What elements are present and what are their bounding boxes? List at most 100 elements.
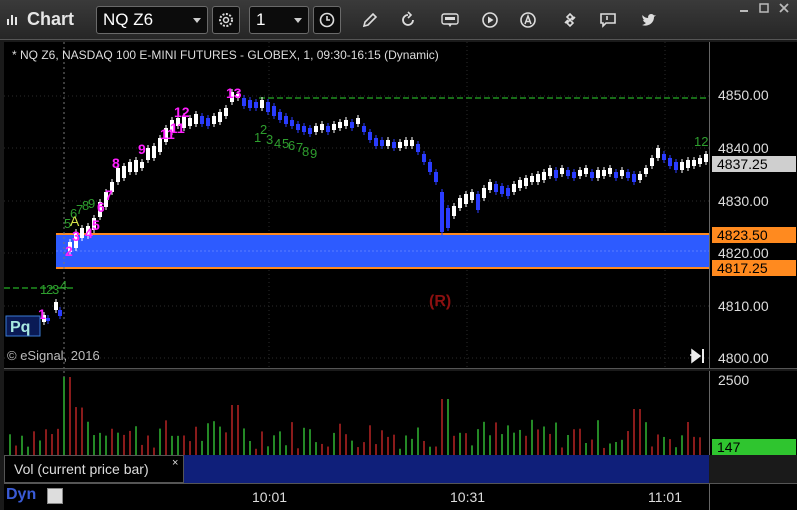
candle-body <box>410 140 414 146</box>
y-tick: 4840.00 <box>718 140 769 156</box>
candle-body <box>704 154 708 162</box>
count-label: 7 <box>105 187 113 203</box>
candle-body <box>482 188 486 198</box>
candle-body <box>386 140 390 146</box>
chevron-down-icon <box>193 18 201 23</box>
count-label: 2 <box>65 243 73 259</box>
lower-band-badge: 4817.25 <box>712 260 796 276</box>
y-tick: 4820.00 <box>718 245 769 261</box>
candle-body <box>58 310 62 316</box>
candle-body <box>506 188 510 196</box>
close-icon[interactable] <box>777 2 791 14</box>
candle-body <box>314 126 318 132</box>
tpo-letter: A <box>70 213 80 229</box>
candle-body <box>602 170 606 176</box>
refresh-icon[interactable] <box>399 11 417 29</box>
pane-marker: (R) <box>429 293 451 310</box>
candle-body <box>494 184 498 192</box>
candle-body <box>278 112 282 120</box>
volume-svg <box>9 371 701 455</box>
candle-body <box>428 162 432 172</box>
candle-body <box>80 228 84 238</box>
get-icon[interactable] <box>441 11 459 29</box>
last-price-badge: 4837.25 <box>712 156 796 172</box>
candle-body <box>398 142 402 148</box>
count-label: 11 <box>170 120 185 136</box>
candle-body <box>146 148 150 160</box>
time-button[interactable] <box>313 6 341 34</box>
title-toolbar: Chart NQ Z6 1 <box>0 0 797 40</box>
candle-body <box>224 108 228 116</box>
link-icon[interactable] <box>561 11 579 29</box>
candle-body <box>578 170 582 176</box>
candle-body <box>524 178 528 186</box>
volume-study-bar: Vol (current price bar) × <box>4 455 709 483</box>
close-study-icon[interactable]: × <box>172 457 178 469</box>
candle-body <box>530 176 534 182</box>
play-icon[interactable] <box>481 11 499 29</box>
count-label: 9 <box>88 196 95 211</box>
candle-body <box>362 126 366 132</box>
volume-axis[interactable]: 2500 147 <box>709 371 797 455</box>
dyn-label[interactable]: Dyn <box>6 486 36 504</box>
candle-body <box>560 168 564 174</box>
message-icon[interactable] <box>599 11 617 29</box>
lock-icon[interactable] <box>47 488 63 504</box>
candle-body <box>476 194 480 210</box>
clock-icon <box>319 12 335 28</box>
time-axis[interactable]: Dyn 10:01 10:31 11:01 <box>4 483 709 510</box>
volume-badge: 147 <box>712 439 796 455</box>
candle-body <box>446 208 450 228</box>
interval-select[interactable]: 1 <box>249 6 309 34</box>
candle-body <box>290 120 294 126</box>
price-axis[interactable]: 4850.00 4840.00 4830.00 4820.00 4810.00 … <box>709 42 797 368</box>
candle-body <box>212 116 216 124</box>
maximize-icon[interactable] <box>757 2 771 14</box>
candle-body <box>206 118 210 126</box>
candle-body <box>632 174 636 182</box>
count-label: 8 <box>302 144 309 159</box>
symbol-select[interactable]: NQ Z6 <box>96 6 208 34</box>
candle-body <box>692 160 696 166</box>
candle-body <box>662 154 666 160</box>
candle-body <box>572 172 576 178</box>
count-label: 4 <box>60 278 67 293</box>
x-tick: 10:01 <box>252 489 288 505</box>
candle-body <box>242 98 246 106</box>
candle-body <box>614 172 618 178</box>
candle-body <box>518 180 522 188</box>
candle-body <box>374 138 378 146</box>
candle-body <box>656 148 660 158</box>
candle-body <box>434 172 438 182</box>
interval-value: 1 <box>256 10 266 29</box>
candle-body <box>272 106 276 116</box>
candle-body <box>302 126 306 132</box>
y-tick: 4800.00 <box>718 350 769 366</box>
pq-badge-text: Pq <box>10 319 30 336</box>
candle-body <box>488 182 492 190</box>
candle-body <box>344 120 348 126</box>
price-chart-pane[interactable]: 1 2 3 4 5 6 7 8 9 11 11 12 13 1 2 3 4 5 6 7 8 9 1 2 3 4 5 6 7 8 9 12 * … <box>4 42 709 368</box>
chart-app-icon <box>7 15 17 25</box>
candle-body <box>452 206 456 216</box>
candle-body <box>368 132 372 140</box>
scroll-to-end-icon[interactable] <box>690 348 704 364</box>
volume-study-label[interactable]: Vol (current price bar) <box>4 455 184 483</box>
candle-body <box>350 122 354 128</box>
candle-body <box>584 168 588 174</box>
volume-study-title: Vol (current price bar) <box>14 461 149 477</box>
minimize-icon[interactable] <box>737 2 751 14</box>
y-tick: 4810.00 <box>718 298 769 314</box>
candle-body <box>440 192 444 232</box>
settings-button[interactable] <box>212 6 240 34</box>
pencil-icon[interactable] <box>361 11 379 29</box>
volume-pane[interactable] <box>4 371 709 455</box>
alert-icon[interactable] <box>519 11 537 29</box>
candle-body <box>554 170 558 178</box>
symbol-value: NQ Z6 <box>103 10 154 29</box>
candle-body <box>674 162 678 170</box>
twitter-icon[interactable] <box>640 11 658 29</box>
candle-body <box>590 172 594 178</box>
candle-body <box>140 162 144 168</box>
candle-body <box>422 154 426 162</box>
